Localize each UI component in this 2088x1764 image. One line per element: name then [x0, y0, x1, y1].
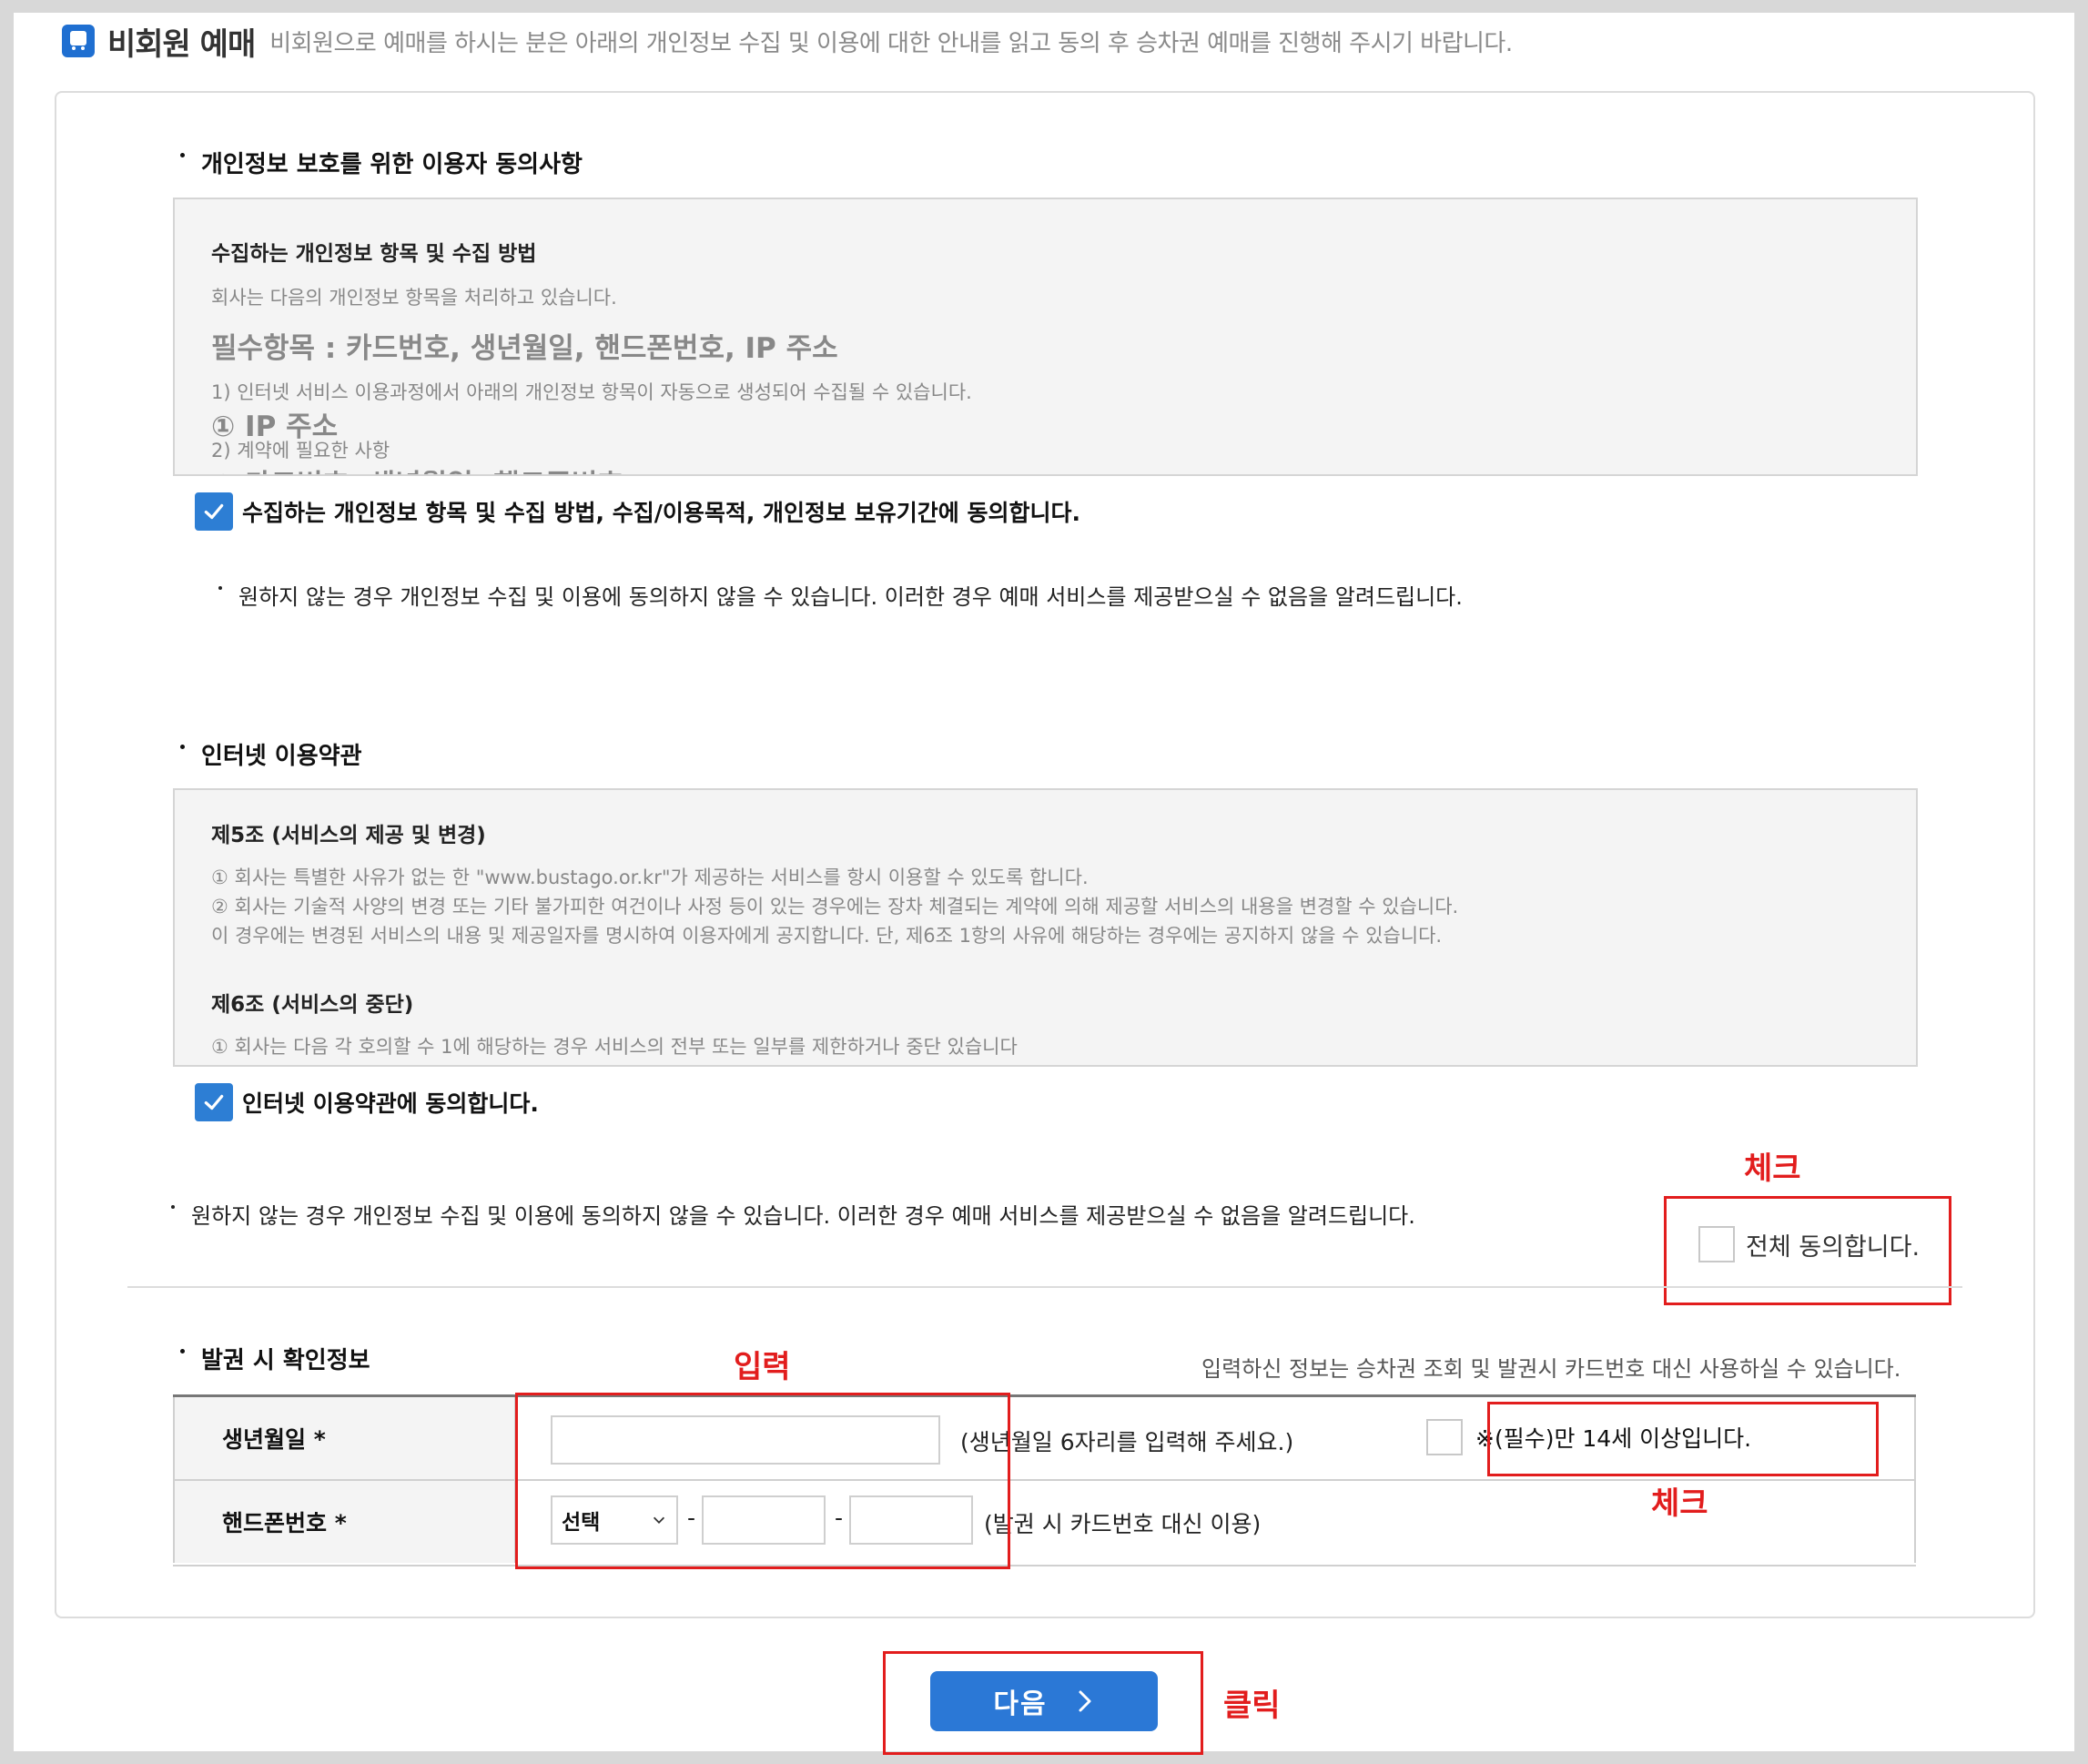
phone-label-cell: 핸드폰번호 *: [173, 1481, 516, 1563]
agree-all-checkbox[interactable]: 전체 동의합니다.: [1698, 1226, 1920, 1262]
privacy-box-line: 회사는 다음의 개인정보 항목을 처리하고 있습니다.: [211, 287, 617, 309]
privacy-section-title: 개인정보 보호를 위한 이용자 동의사항: [180, 146, 583, 179]
birth-label: 생년월일 *: [222, 1426, 326, 1453]
privacy-box-cut: ② 카드번호, 생년월일, 핸드폰번호: [211, 461, 623, 474]
annotation-box-age: [1487, 1402, 1879, 1476]
terms-agree-label: 인터넷 이용약관에 동의합니다.: [242, 1090, 539, 1117]
annotation-box-input: [515, 1393, 1010, 1569]
next-button-label: 다음: [993, 1688, 1048, 1720]
issue-section-title-text: 발권 시 확인정보: [201, 1347, 370, 1374]
checkmark-icon[interactable]: [195, 492, 233, 531]
bullet-icon: [218, 585, 222, 590]
annotation-check-top: 체크: [1744, 1151, 1801, 1187]
issue-section-title: 발권 시 확인정보: [180, 1342, 370, 1375]
issue-info-text: 입력하신 정보는 승차권 조회 및 발권시 카드번호 대신 사용하실 수 있습니…: [1201, 1356, 1901, 1382]
annotation-click: 클릭: [1223, 1688, 1281, 1724]
annotation-input: 입력: [734, 1349, 791, 1385]
agree-all-label: 전체 동의합니다.: [1746, 1232, 1921, 1262]
chevron-right-icon: [1079, 1690, 1091, 1712]
bullet-icon: [180, 1349, 185, 1353]
page-header: 비회원 예매 비회원으로 예매를 하시는 분은 아래의 개인정보 수집 및 이용…: [62, 20, 1513, 63]
annotation-check-age: 체크: [1651, 1485, 1708, 1522]
terms-note-text: 원하지 않는 경우 개인정보 수집 및 이용에 동의하지 않을 수 있습니다. …: [191, 1203, 1415, 1229]
phone-hint: (발권 시 카드번호 대신 이용): [984, 1511, 1262, 1537]
privacy-section-title-text: 개인정보 보호를 위한 이용자 동의사항: [201, 151, 583, 178]
checkbox-empty-icon[interactable]: [1426, 1419, 1463, 1455]
bullet-icon: [180, 745, 185, 749]
privacy-box-heading: 수집하는 개인정보 항목 및 수집 방법: [211, 242, 537, 266]
privacy-note-text: 원하지 않는 경우 개인정보 수집 및 이용에 동의하지 않을 수 있습니다. …: [238, 584, 1463, 610]
birth-label-cell: 생년월일 *: [173, 1397, 516, 1479]
terms-article-line: ① 회사는 특별한 사유가 없는 한 "www.bustago.or.kr"가 …: [211, 867, 1089, 888]
bullet-icon: [180, 153, 185, 157]
terms-article-line: ② 회사는 기술적 사양의 변경 또는 기타 불가피한 여건이나 사정 등이 있…: [211, 896, 1459, 917]
privacy-scroll-box[interactable]: 수집하는 개인정보 항목 및 수집 방법 회사는 다음의 개인정보 항목을 처리…: [173, 198, 1918, 476]
page-title: 비회원 예매: [107, 25, 256, 63]
terms-article-line: 이 경우에는 변경된 서비스의 내용 및 제공일자를 명시하여 이용자에게 공지…: [211, 925, 1443, 947]
bullet-icon: [171, 1204, 175, 1209]
terms-section-title-text: 인터넷 이용약관: [201, 743, 362, 770]
next-button[interactable]: 다음: [930, 1671, 1158, 1731]
terms-article5-title: 제5조 (서비스의 제공 및 변경): [211, 824, 486, 847]
privacy-agree-label: 수집하는 개인정보 항목 및 수집 방법, 수집/이용목적, 개인정보 보유기간…: [242, 500, 1080, 526]
page-description: 비회원으로 예매를 하시는 분은 아래의 개인정보 수집 및 이용에 대한 안내…: [269, 29, 1513, 57]
terms-article6-title: 제6조 (서비스의 중단): [211, 993, 414, 1017]
checkmark-icon[interactable]: [195, 1083, 233, 1121]
terms-agree-checkbox[interactable]: 인터넷 이용약관에 동의합니다.: [195, 1083, 539, 1121]
phone-label: 핸드폰번호 *: [222, 1510, 347, 1536]
terms-note: 원하지 않는 경우 개인정보 수집 및 이용에 동의하지 않을 수 있습니다. …: [171, 1198, 1415, 1230]
terms-scroll-box[interactable]: 제5조 (서비스의 제공 및 변경) ① 회사는 특별한 사유가 없는 한 "w…: [173, 788, 1918, 1067]
section-divider: [127, 1286, 1962, 1288]
privacy-box-required: 필수항목 : 카드번호, 생년월일, 핸드폰번호, IP 주소: [211, 332, 838, 365]
privacy-note: 원하지 않는 경우 개인정보 수집 및 이용에 동의하지 않을 수 있습니다. …: [218, 579, 1463, 611]
terms-section-title: 인터넷 이용약관: [180, 737, 362, 771]
terms-article-line: ① 회사는 다음 각 호의할 수 1에 해당하는 경우 서비스의 전부 또는 일…: [211, 1036, 1018, 1058]
bus-icon: [62, 25, 95, 57]
privacy-agree-checkbox[interactable]: 수집하는 개인정보 항목 및 수집 방법, 수집/이용목적, 개인정보 보유기간…: [195, 492, 1080, 531]
checkbox-empty-icon[interactable]: [1698, 1226, 1735, 1262]
